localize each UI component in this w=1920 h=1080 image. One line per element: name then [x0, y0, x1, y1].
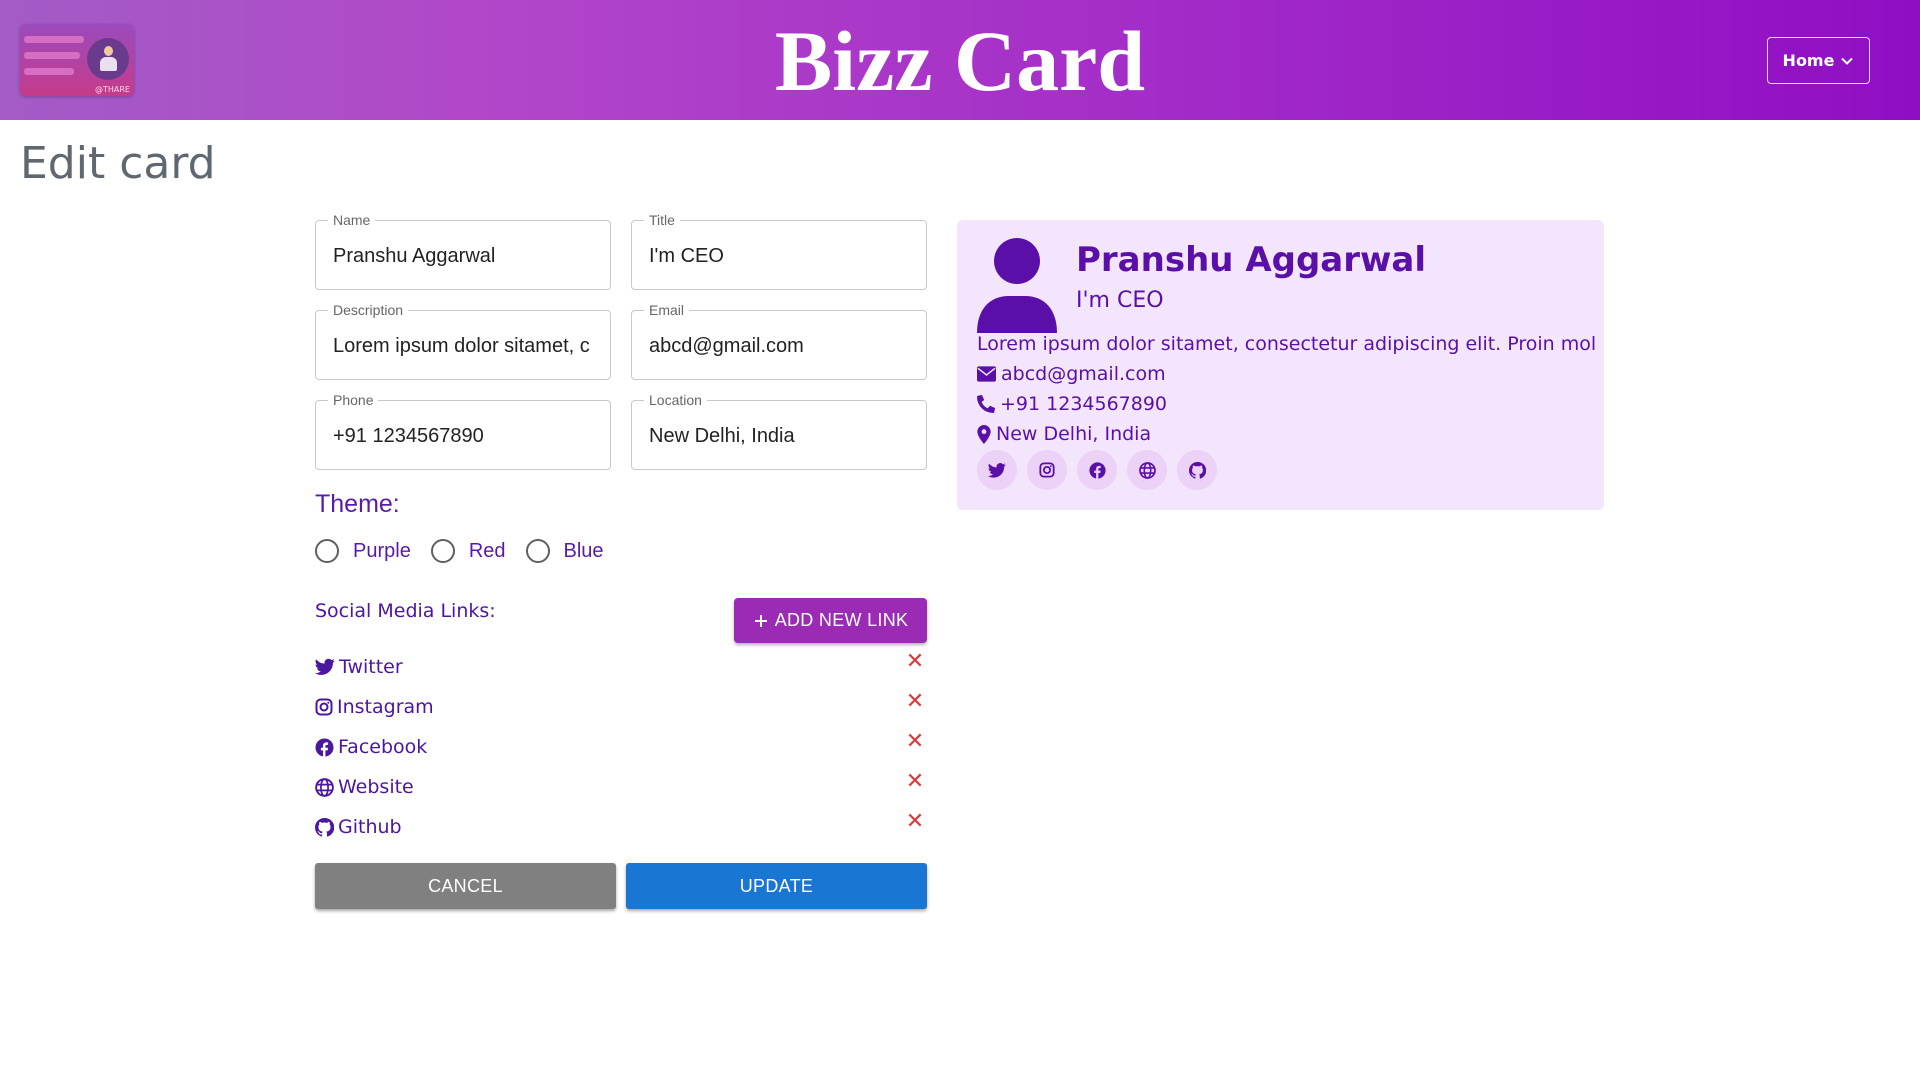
phone-field-value[interactable]: +91 1234567890 [333, 401, 598, 471]
globe-icon[interactable] [1127, 450, 1167, 490]
card-location-row: New Delhi, India [977, 423, 1151, 445]
email-field-value[interactable]: abcd@gmail.com [649, 311, 914, 381]
add-new-link-button[interactable]: ADD NEW LINK [734, 598, 927, 643]
instagram-icon[interactable] [1027, 450, 1067, 490]
github-icon[interactable] [1177, 450, 1217, 490]
card-email[interactable]: abcd@gmail.com [1001, 363, 1166, 385]
card-name: Pranshu Aggarwal [1076, 240, 1427, 280]
card-email-row: abcd@gmail.com [977, 363, 1166, 385]
social-link-website[interactable]: Website [315, 776, 414, 798]
social-link-twitter[interactable]: Twitter [315, 656, 403, 678]
logo-bar [24, 36, 84, 43]
card-description: Lorem ipsum dolor sitamet, consectetur a… [977, 333, 1597, 355]
home-dropdown-label: Home [1782, 51, 1835, 70]
card-social-icons [977, 450, 1217, 490]
globe-icon [315, 777, 334, 797]
plus-icon [753, 613, 769, 629]
remove-instagram-link-close-icon[interactable]: ✕ [903, 690, 927, 714]
user-icon [977, 238, 1057, 333]
remove-github-link-close-icon[interactable]: ✕ [903, 810, 927, 834]
logo-bar [24, 68, 74, 75]
theme-label: Theme: [315, 490, 400, 518]
theme-option-red-label[interactable]: Red [469, 540, 506, 563]
remove-twitter-link-close-icon[interactable]: ✕ [903, 650, 927, 674]
logo[interactable]: @THARE [20, 24, 134, 96]
social-link-row: Twitter ✕ [315, 650, 927, 686]
envelope-icon [977, 366, 996, 382]
logo-tag: @THARE [95, 85, 130, 94]
theme-radio-purple[interactable] [315, 539, 339, 563]
logo-bar [24, 52, 80, 59]
social-link-instagram[interactable]: Instagram [315, 696, 434, 718]
title-field[interactable]: Title I'm CEO [631, 212, 927, 291]
theme-option-blue-label[interactable]: Blue [564, 540, 604, 563]
social-link-github[interactable]: Github [315, 816, 402, 838]
phone-icon [977, 395, 995, 413]
page-title: Edit card [20, 138, 216, 189]
facebook-icon [315, 737, 334, 757]
remove-website-link-close-icon[interactable]: ✕ [903, 770, 927, 794]
social-link-label: Twitter [339, 656, 403, 678]
social-link-row: Facebook ✕ [315, 730, 927, 766]
card-title: I'm CEO [1076, 288, 1164, 313]
remove-facebook-link-close-icon[interactable]: ✕ [903, 730, 927, 754]
social-links-title: Social Media Links: [315, 600, 496, 622]
github-icon [315, 817, 334, 837]
cancel-button[interactable]: CANCEL [315, 863, 616, 909]
theme-radio-group: Purple Red Blue [315, 537, 624, 565]
phone-field[interactable]: Phone +91 1234567890 [315, 392, 611, 471]
social-link-label: Website [338, 776, 414, 798]
twitter-icon [315, 658, 335, 676]
social-link-label: Facebook [338, 736, 428, 758]
social-link-label: Github [338, 816, 402, 838]
instagram-icon [315, 698, 333, 716]
theme-radio-blue[interactable] [525, 539, 550, 563]
card-phone-row: +91 1234567890 [977, 393, 1167, 415]
social-link-row: Github ✕ [315, 810, 927, 846]
logo-person-head [104, 46, 113, 56]
top-bar: @THARE Bizz Card Home [0, 0, 1920, 120]
card-preview: Pranshu Aggarwal I'm CEO Lorem ipsum dol… [957, 220, 1604, 510]
chevron-down-icon [1840, 54, 1854, 68]
title-field-value[interactable]: I'm CEO [649, 221, 914, 291]
theme-radio-red[interactable] [430, 539, 455, 563]
brand-title: Bizz Card [774, 13, 1146, 109]
add-new-link-label: ADD NEW LINK [774, 610, 909, 630]
logo-person-body [100, 57, 117, 71]
twitter-icon[interactable] [977, 450, 1017, 490]
social-link-label: Instagram [337, 696, 434, 718]
theme-option-purple-label[interactable]: Purple [353, 540, 411, 563]
description-field[interactable]: Description Lorem ipsum dolor sitamet, c [315, 302, 611, 381]
location-field-value[interactable]: New Delhi, India [649, 401, 914, 471]
social-link-row: Website ✕ [315, 770, 927, 806]
email-field[interactable]: Email abcd@gmail.com [631, 302, 927, 381]
location-field[interactable]: Location New Delhi, India [631, 392, 927, 471]
social-link-facebook[interactable]: Facebook [315, 736, 427, 758]
card-phone[interactable]: +91 1234567890 [1000, 393, 1167, 415]
map-marker-icon [977, 424, 991, 444]
social-link-row: Instagram ✕ [315, 690, 927, 726]
description-field-value[interactable]: Lorem ipsum dolor sitamet, c [333, 311, 598, 381]
name-field[interactable]: Name Pranshu Aggarwal [315, 212, 611, 291]
update-button[interactable]: UPDATE [626, 863, 927, 909]
home-dropdown-button[interactable]: Home [1767, 37, 1870, 84]
facebook-icon[interactable] [1077, 450, 1117, 490]
name-field-value[interactable]: Pranshu Aggarwal [333, 221, 598, 291]
card-location: New Delhi, India [996, 423, 1152, 445]
